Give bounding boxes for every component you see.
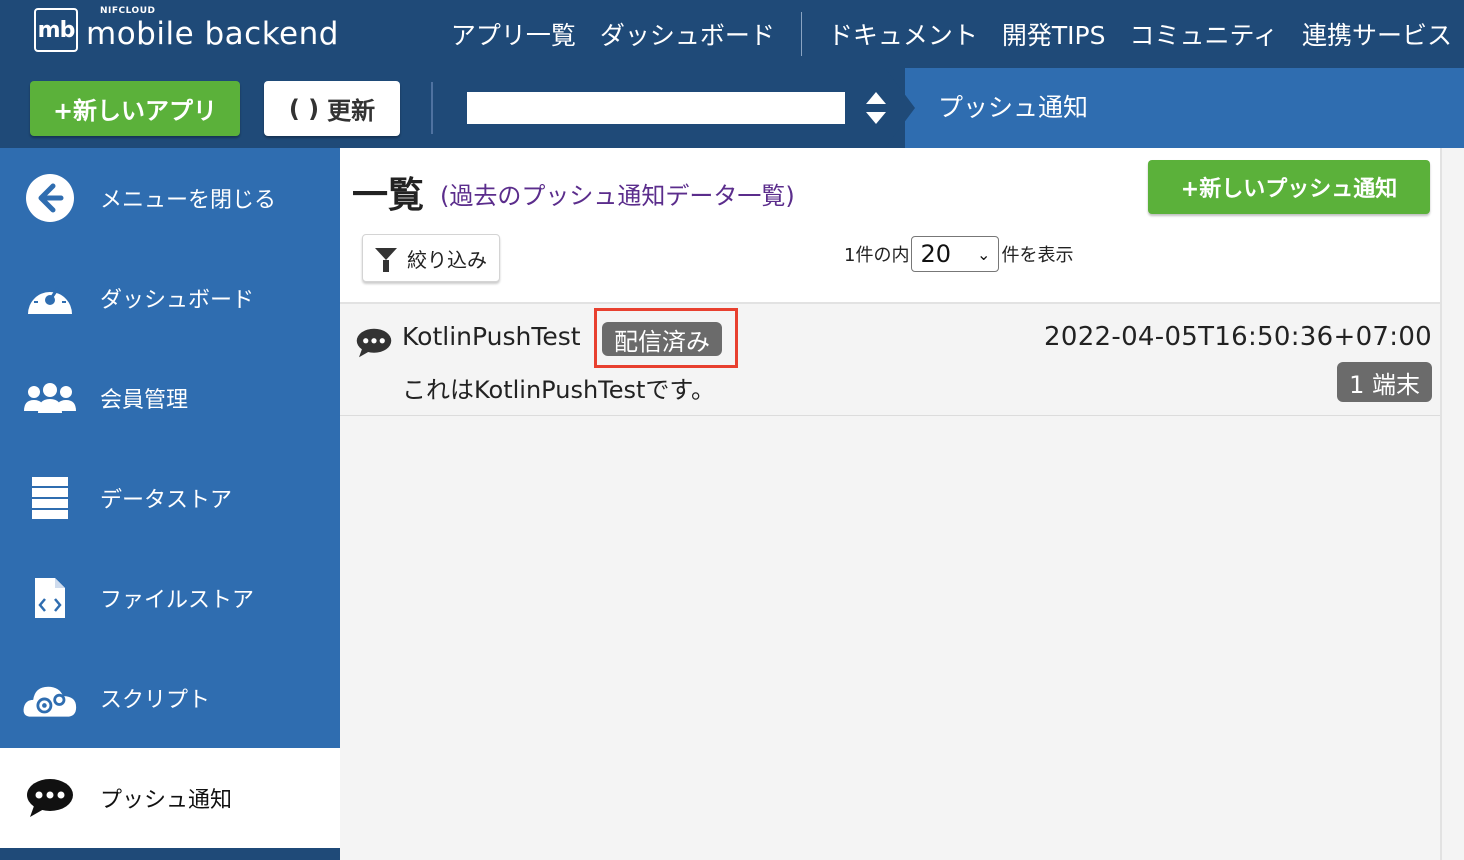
gauge-icon xyxy=(22,270,78,326)
paging-control: 1件の内 20 ⌄ 件を表示 xyxy=(844,236,1073,272)
nav-community[interactable]: コミュニティ xyxy=(1117,16,1290,52)
push-message: これはKotlinPushTestです。 xyxy=(402,376,716,404)
sidebar-bottom-edge xyxy=(0,848,340,860)
sidebar-item-label: スクリプト xyxy=(100,688,211,713)
sidebar-item-datastore[interactable]: データストア xyxy=(0,448,340,548)
list-header: 一覧 (過去のプッシュ通知データ一覧) +新しいプッシュ通知 絞り込み 1件の内… xyxy=(340,148,1440,304)
paging-prefix: 1件の内 xyxy=(844,245,910,266)
sidebar: メニューを閉じる ダッシュボード 会員管理 データストア ファイルストア スクリ… xyxy=(0,148,340,860)
top-nav: アプリ一覧 ダッシュボード ドキュメント 開発TIPS コミュニティ 連携サービ… xyxy=(439,0,1464,68)
file-code-icon xyxy=(22,570,78,626)
per-page-value: 20 xyxy=(920,240,951,268)
new-push-button[interactable]: +新しいプッシュ通知 xyxy=(1148,160,1430,214)
logo[interactable]: mb NIFCLOUD mobile backend xyxy=(34,6,339,52)
sidebar-item-push[interactable]: プッシュ通知 xyxy=(0,748,340,848)
device-count-badge: 1 端末 xyxy=(1337,362,1432,402)
top-nav-bar: mb NIFCLOUD mobile backend アプリ一覧 ダッシュボード… xyxy=(0,0,1464,68)
sidebar-item-filestore[interactable]: ファイルストア xyxy=(0,548,340,648)
sidebar-item-close-menu[interactable]: メニューを閉じる xyxy=(0,148,340,248)
nav-dashboard[interactable]: ダッシュボード xyxy=(588,16,787,52)
refresh-icon: ( ) xyxy=(288,94,320,123)
new-app-button[interactable]: +新しいアプリ xyxy=(30,81,240,136)
app-toolbar: +新しいアプリ ( ) 更新 プッシュ通知 xyxy=(0,68,1464,148)
select-arrows-icon[interactable] xyxy=(862,92,890,126)
logo-text: NIFCLOUD mobile backend xyxy=(86,6,339,52)
page-title: 一覧 xyxy=(352,175,425,216)
sidebar-item-label: メニューを閉じる xyxy=(100,188,277,213)
nav-divider xyxy=(800,12,802,56)
sidebar-item-label: ファイルストア xyxy=(100,588,255,613)
push-timestamp: 2022-04-05T16:50:36+07:00 xyxy=(1044,322,1432,352)
sidebar-item-script[interactable]: スクリプト xyxy=(0,648,340,748)
chat-bubble-icon xyxy=(356,328,392,362)
per-page-select[interactable]: 20 ⌄ xyxy=(911,236,1000,272)
funnel-icon xyxy=(375,248,397,272)
push-list-row[interactable]: KotlinPushTest 配信済み 2022-04-05T16:50:36+… xyxy=(340,308,1440,416)
chat-bubble-icon xyxy=(22,770,78,826)
content-right-border xyxy=(1440,148,1442,860)
paging-suffix: 件を表示 xyxy=(1001,245,1074,266)
toolbar-separator xyxy=(431,82,433,134)
page-subtitle: (過去のプッシュ通知データ一覧) xyxy=(440,182,795,210)
filter-button[interactable]: 絞り込み xyxy=(362,234,500,282)
nav-documents[interactable]: ドキュメント xyxy=(816,16,990,52)
sidebar-item-label: データストア xyxy=(100,488,233,513)
sidebar-item-dashboard[interactable]: ダッシュボード xyxy=(0,248,340,348)
sidebar-item-label: ダッシュボード xyxy=(100,288,255,313)
sidebar-item-users[interactable]: 会員管理 xyxy=(0,348,340,448)
sidebar-item-label: 会員管理 xyxy=(100,388,189,413)
main-content: 一覧 (過去のプッシュ通知データ一覧) +新しいプッシュ通知 絞り込み 1件の内… xyxy=(340,148,1464,860)
logo-mark: mb xyxy=(34,8,78,52)
back-arrow-icon xyxy=(22,170,78,226)
status-badge: 配信済み xyxy=(602,322,722,356)
filter-label: 絞り込み xyxy=(407,247,487,272)
chevron-down-icon: ⌄ xyxy=(977,244,991,264)
nav-dev-tips[interactable]: 開発TIPS xyxy=(990,16,1118,52)
refresh-label: 更新 xyxy=(327,97,376,125)
refresh-button[interactable]: ( ) 更新 xyxy=(264,81,400,136)
sidebar-item-label: プッシュ通知 xyxy=(100,788,233,813)
database-icon xyxy=(22,470,78,526)
logo-sub: NIFCLOUD xyxy=(100,6,156,16)
cloud-gear-icon xyxy=(22,670,78,726)
app-select[interactable] xyxy=(467,92,845,124)
nav-app-list[interactable]: アプリ一覧 xyxy=(439,16,588,52)
users-icon xyxy=(22,370,78,426)
nav-services[interactable]: 連携サービス xyxy=(1290,16,1464,52)
push-name[interactable]: KotlinPushTest xyxy=(402,322,581,351)
breadcrumb-current: プッシュ通知 xyxy=(938,93,1089,122)
